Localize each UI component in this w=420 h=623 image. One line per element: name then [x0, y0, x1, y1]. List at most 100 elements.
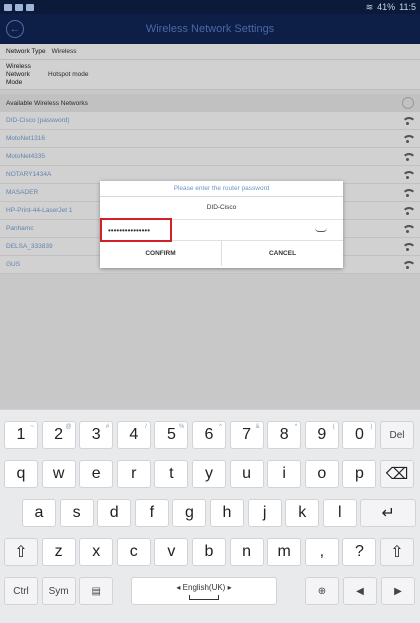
- key-d[interactable]: d: [97, 499, 132, 527]
- key-f-label: f: [149, 504, 155, 521]
- key-b[interactable]: b: [192, 538, 226, 566]
- key-0[interactable]: 0): [342, 421, 377, 449]
- shift-left-key-label: ⇧: [14, 544, 28, 561]
- key-o[interactable]: o: [304, 460, 339, 488]
- key-7[interactable]: 7 &: [229, 421, 264, 449]
- key-k[interactable]: k: [285, 499, 320, 527]
- key-0-label: 0: [354, 426, 364, 443]
- key-f[interactable]: f: [134, 499, 169, 527]
- key-5-label: 5: [166, 426, 176, 443]
- cursor-left-key[interactable]: ◀: [343, 577, 377, 605]
- key-4[interactable]: 4/: [116, 421, 151, 449]
- key-6[interactable]: 6 ^: [192, 421, 226, 449]
- ctrl-key[interactable]: Ctrl: [4, 577, 38, 605]
- dialog-buttons: CONFIRM CANCEL: [100, 241, 343, 266]
- key-j[interactable]: j: [247, 499, 282, 527]
- spacebar-key[interactable]: ◂ English(UK) ▸: [131, 577, 277, 605]
- key-q-label: q: [16, 465, 26, 482]
- password-dialog: Please enter the router password DID-Cis…: [100, 181, 343, 268]
- key-1-alt-label: ~: [30, 424, 34, 430]
- key-del-label: Del: [389, 429, 405, 441]
- key-p[interactable]: p: [342, 460, 377, 488]
- page-title: Wireless Network Settings: [145, 23, 275, 35]
- key-i[interactable]: i: [267, 460, 302, 488]
- key-g[interactable]: g: [172, 499, 207, 527]
- key-s[interactable]: s: [59, 499, 94, 527]
- key-sym[interactable]: ,: [304, 538, 339, 566]
- key-m-label: m: [277, 543, 291, 560]
- key-4-alt-label: /: [145, 424, 147, 430]
- clipboard-key[interactable]: ▤: [79, 577, 114, 605]
- key-t[interactable]: t: [154, 460, 189, 488]
- shift-right-key-label: ⇧: [390, 544, 404, 561]
- key-s-label: s: [72, 504, 81, 521]
- key-3-label: 3: [91, 426, 101, 443]
- key-1-label: 1: [16, 426, 26, 443]
- notification-icon: [26, 3, 34, 11]
- key-r[interactable]: r: [116, 460, 151, 488]
- enter-key-label: ↵: [381, 505, 395, 522]
- key-w-label: w: [52, 465, 65, 482]
- wifi-status-icon: ≋: [365, 1, 374, 12]
- key-x[interactable]: x: [79, 538, 114, 566]
- battery-level: 41%: [377, 2, 396, 12]
- shift-left-key[interactable]: ⇧: [4, 538, 38, 566]
- shift-right-key[interactable]: ⇧: [380, 538, 414, 566]
- language-key[interactable]: ⊕: [305, 577, 339, 605]
- key-6-label: 6: [204, 426, 214, 443]
- key-a[interactable]: a: [22, 499, 56, 527]
- key-2[interactable]: 2 @: [41, 421, 76, 449]
- key-5[interactable]: 5%: [154, 421, 189, 449]
- cursor-right-key[interactable]: ▶: [381, 577, 415, 605]
- key-8-alt-label: *: [294, 424, 298, 430]
- key-1[interactable]: 1 ~: [4, 421, 38, 449]
- key-m[interactable]: m: [267, 538, 302, 566]
- key-sym-label: ?: [354, 543, 364, 560]
- key-w[interactable]: w: [41, 460, 76, 488]
- show-password-icon[interactable]: [315, 228, 327, 232]
- key-9-label: 9: [317, 426, 327, 443]
- password-field[interactable]: •••••••••••••••: [100, 218, 172, 242]
- key-x-label: x: [92, 543, 101, 560]
- sym-key-label: Sym: [48, 585, 69, 597]
- dialog-ssid: DID-Cisco: [206, 204, 237, 211]
- key-3[interactable]: 3 #: [79, 421, 114, 449]
- key-0-alt-label: ): [370, 424, 373, 430]
- key-9[interactable]: 9(: [304, 421, 339, 449]
- cancel-button[interactable]: CANCEL: [222, 241, 343, 266]
- status-icons: [4, 3, 34, 11]
- key-h[interactable]: h: [210, 499, 244, 527]
- key-7-label: 7: [242, 426, 252, 443]
- backspace-key[interactable]: ⌫: [380, 460, 414, 488]
- key-del[interactable]: Del: [380, 421, 414, 449]
- spacebar-key-label: ◂ English(UK) ▸: [176, 582, 232, 592]
- key-4-label: 4: [129, 426, 139, 443]
- key-n-label: n: [242, 543, 252, 560]
- key-t-label: t: [169, 465, 174, 482]
- key-sym[interactable]: ?: [342, 538, 377, 566]
- key-z[interactable]: z: [41, 538, 76, 566]
- key-v-label: v: [167, 543, 176, 560]
- key-q[interactable]: q: [4, 460, 38, 488]
- sym-key[interactable]: Sym: [41, 577, 76, 605]
- key-3-alt-label: #: [105, 424, 110, 430]
- status-bar: ≋ 41% 11:5: [0, 0, 420, 14]
- key-5-alt-label: %: [179, 424, 185, 430]
- key-e[interactable]: e: [79, 460, 114, 488]
- key-c[interactable]: c: [116, 538, 151, 566]
- key-g-label: g: [184, 504, 194, 521]
- key-y[interactable]: y: [192, 460, 226, 488]
- enter-key[interactable]: ↵: [360, 499, 416, 527]
- key-8[interactable]: 8 *: [267, 421, 302, 449]
- key-n[interactable]: n: [229, 538, 264, 566]
- clock: 11:5: [399, 2, 416, 12]
- confirm-button[interactable]: CONFIRM: [100, 241, 222, 266]
- language-key-label: ⊕: [317, 585, 327, 597]
- key-b-label: b: [204, 543, 214, 560]
- key-l[interactable]: l: [322, 499, 357, 527]
- key-7-alt-label: &: [255, 424, 260, 430]
- key-v[interactable]: v: [154, 538, 189, 566]
- dialog-prompt: Please enter the router password: [100, 181, 343, 197]
- key-u[interactable]: u: [229, 460, 264, 488]
- key-2-label: 2: [54, 426, 64, 443]
